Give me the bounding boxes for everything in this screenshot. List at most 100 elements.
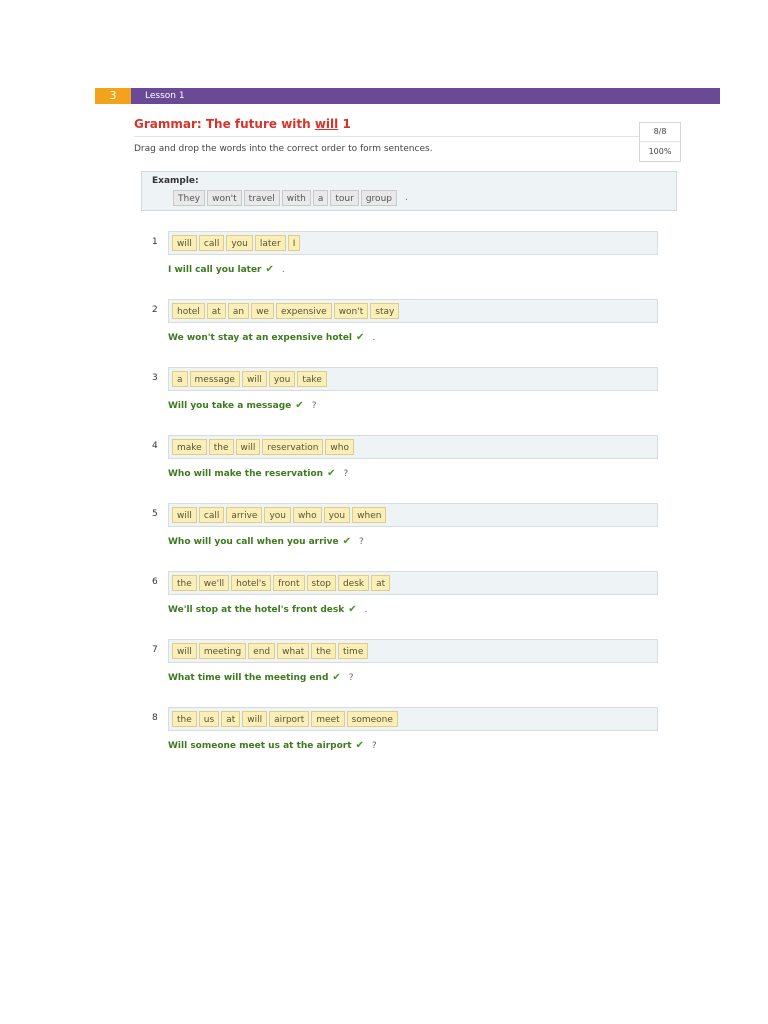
example-end-punctuation: .	[404, 193, 408, 203]
draggable-word-tile[interactable]: will	[172, 235, 197, 251]
word-drop-zone[interactable]: hotel at an we expensive won't stay	[168, 299, 658, 323]
answer-feedback: I will call you later ✔.	[168, 264, 285, 275]
example-word-tile: a	[312, 190, 329, 206]
example-word-row: They won't travel with a tour group.	[173, 190, 408, 206]
answer-feedback: We'll stop at the hotel's front desk ✔.	[168, 604, 368, 615]
draggable-word-tile[interactable]: we	[251, 303, 274, 319]
draggable-word-tile[interactable]: won't	[333, 303, 369, 319]
draggable-word-tile[interactable]: when	[352, 507, 387, 523]
draggable-word-tile[interactable]: call	[198, 235, 225, 251]
answer-punctuation: ?	[371, 740, 377, 751]
title-underlined-word: will	[314, 117, 339, 131]
example-word-tile: travel	[243, 190, 280, 206]
answer-feedback: Will you take a message ✔?	[168, 400, 316, 411]
check-icon: ✔	[355, 740, 364, 751]
example-label: Example:	[152, 176, 199, 186]
draggable-word-tile[interactable]: meet	[311, 711, 345, 727]
word-drop-zone[interactable]: the we'll hotel's front stop desk at	[168, 571, 658, 595]
draggable-word-tile[interactable]: at	[206, 303, 226, 319]
draggable-word-tile[interactable]: you	[226, 235, 253, 251]
draggable-word-tile[interactable]: at	[371, 575, 391, 591]
draggable-word-tile[interactable]: front	[273, 575, 305, 591]
draggable-word-tile[interactable]: meeting	[198, 643, 247, 659]
draggable-word-tile[interactable]: who	[325, 439, 354, 455]
item-number: 6	[152, 577, 158, 587]
instructions-text: Drag and drop the words into the correct…	[134, 144, 433, 154]
word-drop-zone[interactable]: a message will you take	[168, 367, 658, 391]
draggable-word-tile[interactable]: take	[297, 371, 327, 387]
draggable-word-tile[interactable]: hotel	[172, 303, 205, 319]
draggable-word-tile[interactable]: a	[172, 371, 188, 387]
draggable-word-tile[interactable]: stop	[306, 575, 336, 591]
draggable-word-tile[interactable]: we'll	[198, 575, 230, 591]
draggable-word-tile[interactable]: end	[248, 643, 276, 659]
answer-feedback: Who will you call when you arrive ✔?	[168, 536, 364, 547]
answer-text: Will someone meet us at the airport	[168, 740, 352, 751]
draggable-word-tile[interactable]: what	[277, 643, 310, 659]
example-panel: Example: They won't travel with a tour group.	[141, 171, 677, 211]
draggable-word-tile[interactable]: you	[323, 507, 351, 523]
check-icon: ✔	[356, 332, 365, 343]
draggable-word-tile[interactable]: will	[242, 711, 268, 727]
word-drop-zone[interactable]: make the will reservation who	[168, 435, 658, 459]
draggable-word-tile[interactable]: hotel's	[231, 575, 272, 591]
lesson-label: Lesson 1	[145, 91, 185, 101]
answer-punctuation: .	[364, 604, 368, 615]
answer-feedback: Who will make the reservation ✔?	[168, 468, 348, 479]
answer-text: Who will you call when you arrive	[168, 536, 339, 547]
draggable-word-tile[interactable]: will	[172, 643, 197, 659]
draggable-word-tile[interactable]: at	[221, 711, 241, 727]
example-word-tile: won't	[207, 190, 242, 206]
draggable-word-tile[interactable]: the	[208, 439, 234, 455]
score-percent: 100%	[648, 147, 672, 156]
draggable-word-tile[interactable]: message	[189, 371, 240, 387]
example-word-tile: They	[173, 190, 206, 206]
draggable-word-tile[interactable]: expensive	[275, 303, 332, 319]
draggable-word-tile[interactable]: stay	[370, 303, 400, 319]
draggable-word-tile[interactable]: who	[293, 507, 322, 523]
draggable-word-tile[interactable]: you	[268, 371, 296, 387]
word-drop-zone[interactable]: the us at will airport meet someone	[168, 707, 658, 731]
answer-punctuation: ?	[359, 536, 364, 547]
draggable-word-tile[interactable]: arrive	[226, 507, 263, 523]
draggable-word-tile[interactable]: time	[338, 643, 369, 659]
draggable-word-tile[interactable]: someone	[346, 711, 398, 727]
draggable-word-tile[interactable]: us	[198, 711, 220, 727]
answer-punctuation: .	[372, 332, 376, 343]
title-text: Grammar: The future with	[134, 117, 315, 131]
check-icon: ✔	[348, 604, 357, 615]
lesson-number-badge: 3	[95, 88, 131, 104]
answer-feedback: We won't stay at an expensive hotel ✔.	[168, 332, 375, 343]
answer-text: I will call you later	[168, 264, 262, 275]
draggable-word-tile[interactable]: will	[235, 439, 261, 455]
draggable-word-tile[interactable]: desk	[337, 575, 370, 591]
draggable-word-tile[interactable]: I	[287, 235, 301, 251]
word-drop-zone[interactable]: will call you later I	[168, 231, 658, 255]
answer-text: Who will make the reservation	[168, 468, 324, 479]
draggable-word-tile[interactable]: will	[241, 371, 267, 387]
word-drop-zone[interactable]: will call arrive you who you when	[168, 503, 658, 527]
check-icon: ✔	[327, 468, 336, 479]
draggable-word-tile[interactable]: you	[264, 507, 292, 523]
word-drop-zone[interactable]: will meeting end what the time	[168, 639, 658, 663]
draggable-word-tile[interactable]: will	[172, 507, 197, 523]
check-icon: ✔	[342, 536, 352, 547]
draggable-word-tile[interactable]: an	[227, 303, 250, 319]
item-number: 3	[152, 373, 158, 383]
title-divider	[134, 136, 640, 137]
example-word-tile: with	[281, 190, 311, 206]
score-fraction: 8/8	[640, 123, 680, 142]
draggable-word-tile[interactable]: call	[198, 507, 225, 523]
draggable-word-tile[interactable]: airport	[269, 711, 310, 727]
item-number: 7	[152, 645, 158, 655]
draggable-word-tile[interactable]: the	[172, 575, 197, 591]
answer-feedback: Will someone meet us at the airport ✔?	[168, 740, 377, 751]
example-word-tile: group	[360, 190, 397, 206]
draggable-word-tile[interactable]: later	[254, 235, 286, 251]
score-box: 8/8 100%	[639, 122, 681, 162]
draggable-word-tile[interactable]: the	[172, 711, 197, 727]
draggable-word-tile[interactable]: make	[172, 439, 207, 455]
draggable-word-tile[interactable]: the	[311, 643, 337, 659]
draggable-word-tile[interactable]: reservation	[262, 439, 324, 455]
check-icon: ✔	[265, 264, 274, 275]
